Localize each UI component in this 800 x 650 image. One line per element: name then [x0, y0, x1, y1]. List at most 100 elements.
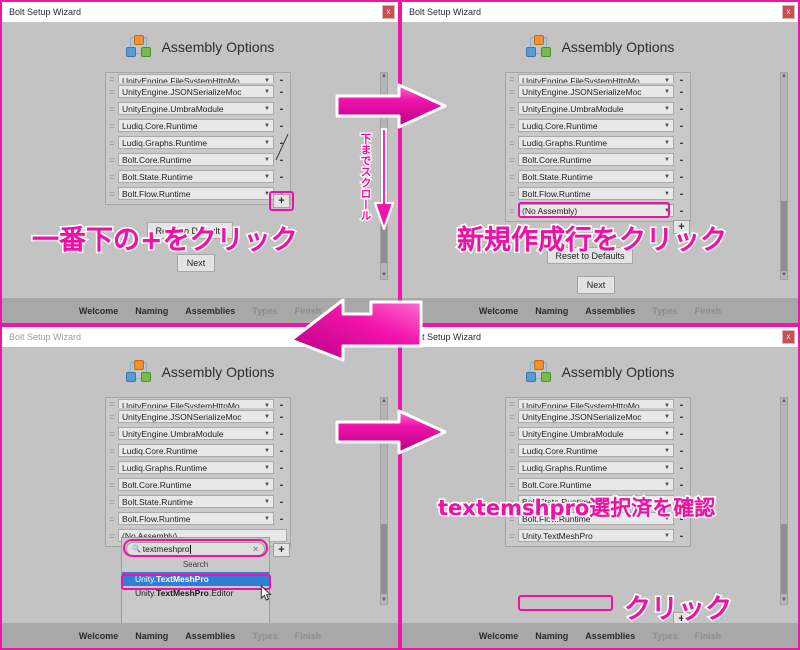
tab-naming[interactable]: Naming [135, 306, 168, 316]
drag-handle-icon[interactable]: = [508, 206, 516, 216]
table-row[interactable]: = UnityEngine.FileSystemHttpMo ▼ - [106, 399, 290, 408]
drag-handle-icon[interactable]: = [108, 155, 116, 165]
drag-handle-icon[interactable]: = [108, 74, 116, 83]
remove-row-button[interactable]: - [676, 86, 687, 98]
tab-naming[interactable]: Naming [535, 306, 568, 316]
table-row-new[interactable]: = (No Assembly) ▼ - [506, 202, 690, 219]
remove-row-button[interactable]: - [276, 462, 287, 474]
remove-row-button[interactable]: - [276, 399, 287, 408]
table-row[interactable]: = Bolt.Flow.Runtime ▼- [106, 510, 290, 527]
table-row[interactable]: = UnityEngine.UmbraModule ▼ - [106, 100, 290, 117]
scrollbar-thumb[interactable] [381, 524, 387, 594]
table-row[interactable]: = UnityEngine.FileSystemHttpMo ▼ - [106, 74, 290, 83]
table-row-textmeshpro[interactable]: = Unity.TextMeshPro ▼ - [506, 527, 690, 544]
drag-handle-icon[interactable]: = [508, 399, 516, 408]
tab-types[interactable]: Types [652, 631, 677, 641]
remove-row-button[interactable]: - [676, 399, 687, 408]
drag-handle-icon[interactable]: = [108, 412, 116, 422]
table-row[interactable]: = Ludiq.Graphs.Runtime ▼ - [506, 459, 690, 476]
tab-types[interactable]: Types [252, 306, 277, 316]
remove-row-button[interactable]: - [276, 74, 287, 83]
search-result-item[interactable]: Unity. TextMeshPro [122, 572, 269, 586]
assembly-dropdown[interactable]: Bolt.Flow.Runtime ▼ [118, 187, 274, 200]
drag-handle-icon[interactable]: = [108, 446, 116, 456]
table-row[interactable]: = UnityEngine.FileSystemHttpMo ▼ - [506, 399, 690, 408]
drag-handle-icon[interactable]: = [108, 121, 116, 131]
assembly-dropdown[interactable]: UnityEngine.FileSystemHttpMo ▼ [518, 74, 674, 83]
table-row[interactable]: = UnityEngine.UmbraModule ▼ - [506, 100, 690, 117]
tab-welcome[interactable]: Welcome [79, 306, 118, 316]
scroll-up-icon[interactable]: ▲ [381, 73, 387, 80]
table-row[interactable]: = Bolt.Flow.Runtime ▼- [506, 185, 690, 202]
tab-types[interactable]: Types [252, 631, 277, 641]
drag-handle-icon[interactable]: = [508, 74, 516, 83]
drag-handle-icon[interactable]: = [508, 172, 516, 182]
remove-row-button[interactable]: - [676, 428, 687, 440]
table-row[interactable]: = Bolt.State.Runtime ▼ - [106, 493, 290, 510]
assembly-dropdown[interactable]: UnityEngine.FileSystemHttpMo ▼ [118, 399, 274, 408]
assembly-dropdown-new[interactable]: (No Assembly) ▼ [518, 204, 674, 217]
scrollbar-thumb[interactable] [781, 201, 787, 271]
table-row[interactable]: = Bolt.State.Runtime ▼ - [106, 168, 290, 185]
assembly-dropdown[interactable]: Bolt.Core.Runtime ▼ [118, 153, 274, 166]
remove-row-button[interactable]: - [276, 428, 287, 440]
drag-handle-icon[interactable]: = [108, 138, 116, 148]
tab-welcome[interactable]: Welcome [479, 631, 518, 641]
drag-handle-icon[interactable]: = [508, 446, 516, 456]
drag-handle-icon[interactable]: = [508, 463, 516, 473]
drag-handle-icon[interactable]: = [108, 104, 116, 114]
drag-handle-icon[interactable]: = [108, 497, 116, 507]
assembly-dropdown[interactable]: Bolt.Core.Runtime ▼ [118, 478, 274, 491]
tab-assemblies[interactable]: Assemblies [185, 306, 235, 316]
assembly-dropdown[interactable]: Ludiq.Graphs.Runtime ▼ [118, 461, 274, 474]
next-button[interactable]: Next [577, 276, 615, 294]
table-row[interactable]: = Ludiq.Core.Runtime ▼ - [106, 117, 290, 134]
drag-handle-icon[interactable]: = [108, 172, 116, 182]
remove-row-button[interactable]: - [676, 188, 687, 200]
close-icon[interactable]: x [782, 330, 795, 344]
tab-welcome[interactable]: Welcome [479, 306, 518, 316]
table-row[interactable]: = UnityEngine.JSONSerializeMoc ▼ - [506, 408, 690, 425]
remove-row-button[interactable]: - [676, 530, 687, 542]
search-input[interactable]: 🔍 textmeshpro ✕ [126, 542, 265, 556]
tab-finish[interactable]: Finish [695, 631, 722, 641]
remove-row-button[interactable]: - [676, 154, 687, 166]
drag-handle-icon[interactable]: = [108, 480, 116, 490]
scroll-down-icon[interactable]: ▼ [381, 597, 387, 604]
drag-handle-icon[interactable]: = [508, 104, 516, 114]
assembly-dropdown[interactable]: Ludiq.Graphs.Runtime ▼ [518, 136, 674, 149]
drag-handle-icon[interactable]: = [508, 87, 516, 97]
table-row[interactable]: = Bolt.State.Runtime ▼ - [506, 168, 690, 185]
table-row[interactable]: = UnityEngine.JSONSerializeMoc ▼ - [106, 408, 290, 425]
remove-row-button[interactable]: - [276, 513, 287, 525]
clear-icon[interactable]: ✕ [252, 545, 259, 554]
tab-assemblies[interactable]: Assemblies [585, 306, 635, 316]
remove-row-button[interactable]: - [676, 137, 687, 149]
remove-row-button[interactable]: - [276, 445, 287, 457]
drag-handle-icon[interactable]: = [508, 429, 516, 439]
assembly-dropdown[interactable]: Bolt.State.Runtime ▼ [118, 170, 274, 183]
table-row[interactable]: = Ludiq.Core.Runtime ▼ - [106, 442, 290, 459]
close-icon[interactable]: x [382, 5, 395, 19]
drag-handle-icon[interactable]: = [508, 189, 516, 199]
assembly-dropdown[interactable]: UnityEngine.JSONSerializeMoc ▼ [118, 410, 274, 423]
assembly-dropdown[interactable]: Bolt.Flow.Runtime ▼ [118, 512, 274, 525]
assembly-dropdown[interactable]: UnityEngine.FileSystemHttpMo ▼ [118, 74, 274, 83]
remove-row-button[interactable]: - [676, 74, 687, 83]
table-row[interactable]: = Ludiq.Graphs.Runtime ▼ - [506, 134, 690, 151]
remove-row-button[interactable]: - [676, 103, 687, 115]
table-row[interactable]: = UnityEngine.UmbraModule ▼ - [106, 425, 290, 442]
drag-handle-icon[interactable]: = [108, 514, 116, 524]
remove-row-button[interactable]: - [276, 86, 287, 98]
add-row-button[interactable]: + [273, 194, 290, 208]
remove-row-button[interactable]: - [276, 171, 287, 183]
tab-types[interactable]: Types [652, 306, 677, 316]
drag-handle-icon[interactable]: = [508, 155, 516, 165]
vertical-scrollbar[interactable]: ▲ ▼ [780, 72, 788, 280]
assembly-dropdown[interactable]: Ludiq.Core.Runtime ▼ [118, 119, 274, 132]
remove-row-button[interactable]: - [276, 496, 287, 508]
table-row[interactable]: = Ludiq.Graphs.Runtime ▼ - [106, 134, 290, 151]
scroll-up-icon[interactable]: ▲ [381, 398, 387, 405]
table-row[interactable]: = UnityEngine.JSONSerializeMoc ▼ - [506, 83, 690, 100]
vertical-scrollbar[interactable]: ▲ ▼ [780, 397, 788, 605]
